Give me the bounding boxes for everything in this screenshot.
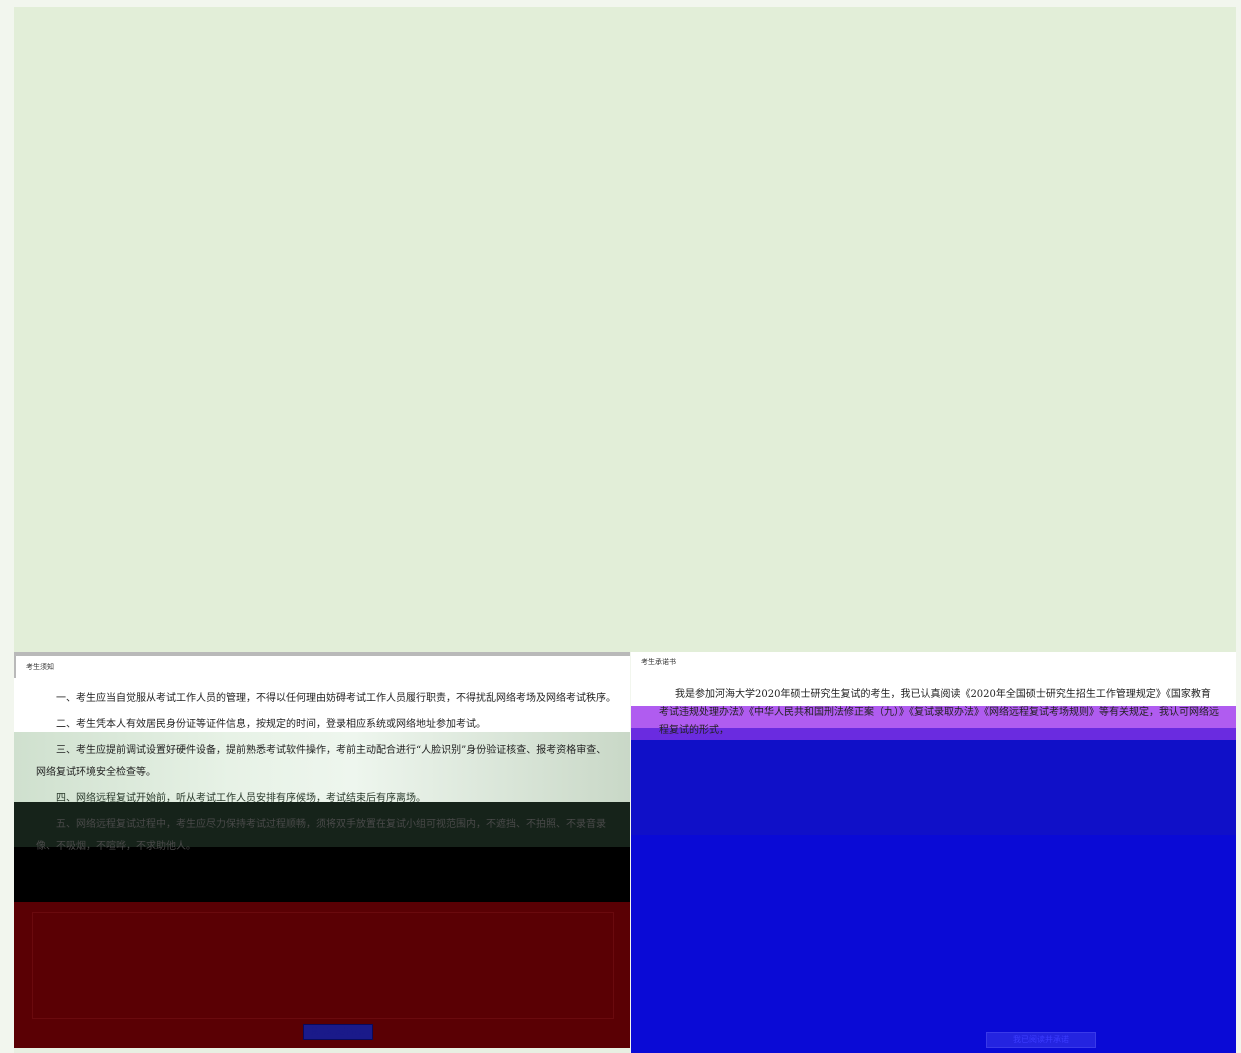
pledge-title: 考生承诺书 (641, 658, 676, 666)
bottom-strip (14, 1048, 630, 1053)
pledge-title-bar: 考生承诺书 (631, 652, 1236, 672)
notice-title: 考生须知 (26, 663, 54, 671)
notice-content: 一、考生应当自觉服从考试工作人员的管理，不得以任何理由妨碍考试工作人员履行职责，… (36, 688, 616, 862)
page-backdrop (14, 7, 1236, 652)
notice-item-1: 一、考生应当自觉服从考试工作人员的管理，不得以任何理由妨碍考试工作人员履行职责，… (56, 693, 616, 704)
notice-item-4: 四、网络远程复试开始前，听从考试工作人员安排有序候场，考试结束后有序离场。 (56, 793, 426, 804)
notice-item-3: 三、考生应提前调试设置好硬件设备，提前熟悉考试软件操作，考前主动配合进行“人脸识… (36, 745, 607, 778)
notice-item-5: 五、网络远程复试过程中，考生应尽力保持考试过程顺畅，须将双手放置在复试小组可视范… (36, 819, 606, 852)
notice-item-2: 二、考生凭本人有效居民身份证等证件信息，按规定的时间，登录相应系统或网络地址参加… (56, 719, 486, 730)
agree-button[interactable]: 我已阅读并同意 (303, 1024, 373, 1040)
notice-title-bar: 考生须知 (14, 652, 630, 678)
candidate-notice-panel: 考生须知 一、考生应当自觉服从考试工作人员的管理，不得以任何理由妨碍考试工作人员… (14, 652, 630, 1048)
pledge-deep-blue-region (631, 740, 1236, 835)
candidate-pledge-panel: 考生承诺书 我是参加河海大学2020年硕士研究生复试的考生，我已认真阅读《202… (631, 652, 1236, 1053)
panel-inner-frame (32, 912, 614, 1019)
pledge-text: 我是参加河海大学2020年硕士研究生复试的考生，我已认真阅读《2020年全国硕士… (659, 689, 1219, 736)
confirm-pledge-button[interactable]: 我已阅读并承诺 (986, 1032, 1096, 1048)
